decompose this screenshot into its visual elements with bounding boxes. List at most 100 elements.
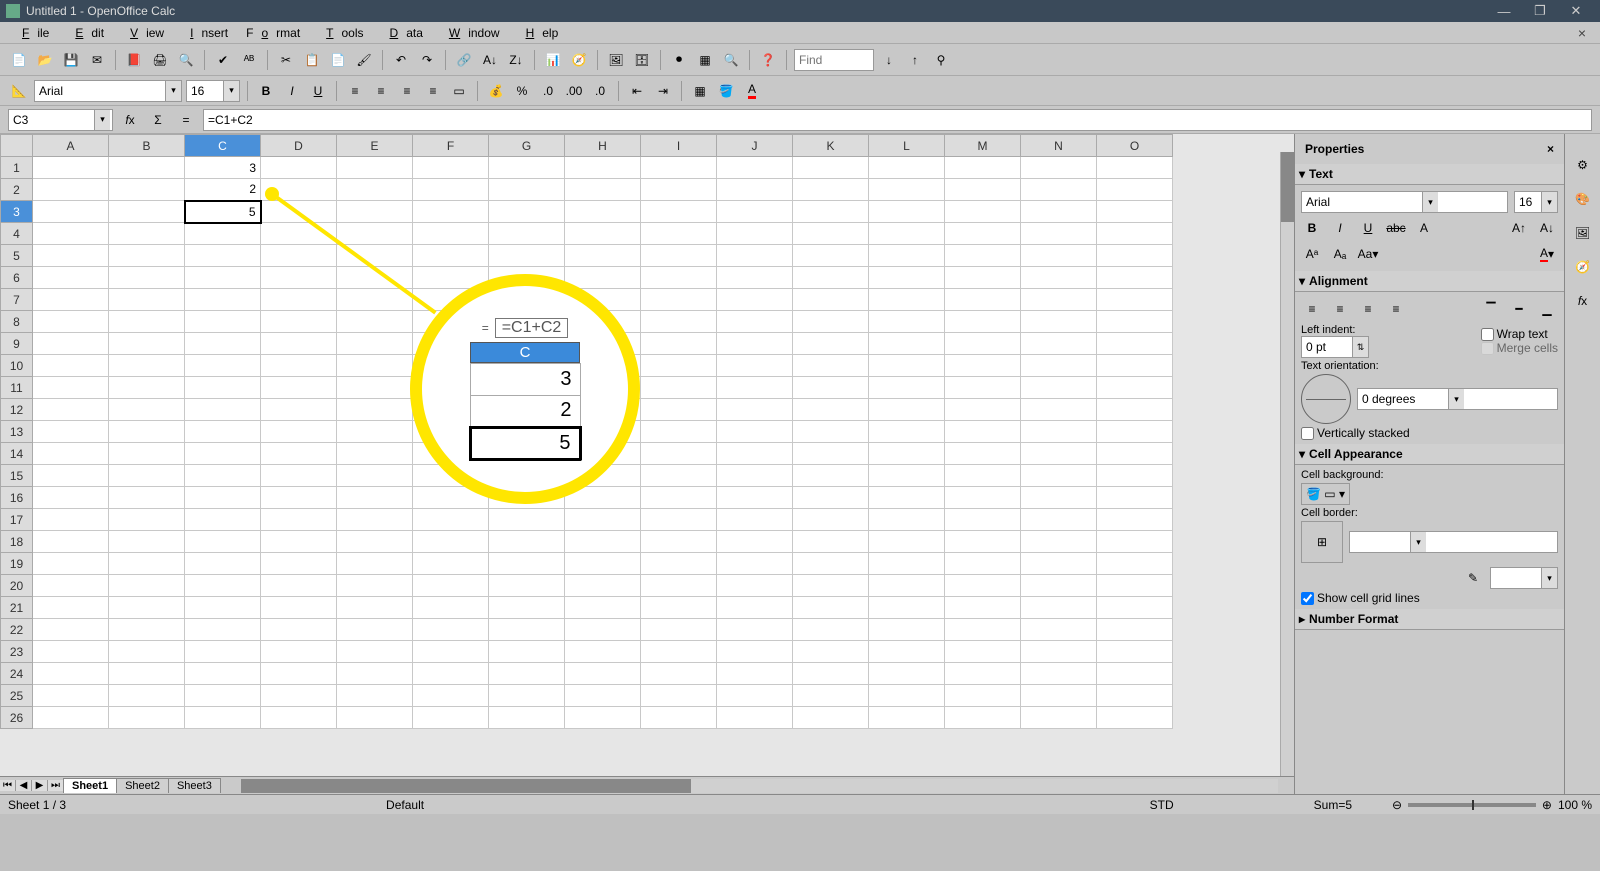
cell-J7[interactable] [717,289,793,311]
panel-italic-icon[interactable]: I [1329,217,1351,239]
align-c-icon[interactable]: ≡ [1329,298,1351,320]
panel-bold-icon[interactable]: B [1301,217,1323,239]
cell-G23[interactable] [489,641,565,663]
cell-B1[interactable] [109,157,185,179]
cell-K24[interactable] [793,663,869,685]
cell-E8[interactable] [337,311,413,333]
cell-I12[interactable] [641,399,717,421]
cell-D12[interactable] [261,399,337,421]
save-icon[interactable]: 💾 [60,49,82,71]
cell-K18[interactable] [793,531,869,553]
cell-J11[interactable] [717,377,793,399]
cell-J23[interactable] [717,641,793,663]
cell-E17[interactable] [337,509,413,531]
indent-spinner[interactable]: ⇅ [1301,336,1369,358]
cell-K13[interactable] [793,421,869,443]
numfmt-section[interactable]: Number Format [1309,612,1398,626]
cell-C10[interactable] [185,355,261,377]
find-next-icon[interactable]: ↓ [878,49,900,71]
cell-I18[interactable] [641,531,717,553]
merge-checkbox[interactable]: Merge cells [1481,341,1558,355]
col-header-J[interactable]: J [717,135,793,157]
panel-sup-icon[interactable]: Aᵃ [1301,243,1323,265]
cell-L1[interactable] [869,157,945,179]
cell-B24[interactable] [109,663,185,685]
cell-D22[interactable] [261,619,337,641]
cell-K16[interactable] [793,487,869,509]
cell-J12[interactable] [717,399,793,421]
cell-L9[interactable] [869,333,945,355]
cell-E13[interactable] [337,421,413,443]
row-header-7[interactable]: 7 [1,289,33,311]
cell-H23[interactable] [565,641,641,663]
zoom-out-icon[interactable]: ⊖ [1392,798,1402,812]
row-header-10[interactable]: 10 [1,355,33,377]
cell-C21[interactable] [185,597,261,619]
cell-E18[interactable] [337,531,413,553]
menu-view[interactable]: View [114,24,172,42]
cell-L10[interactable] [869,355,945,377]
cell-A25[interactable] [33,685,109,707]
cell-I14[interactable] [641,443,717,465]
cell-L15[interactable] [869,465,945,487]
cell-F21[interactable] [413,597,489,619]
zoom-slider[interactable] [1408,803,1536,807]
cell-I17[interactable] [641,509,717,531]
sort-desc-icon[interactable]: Z↓ [505,49,527,71]
col-header-H[interactable]: H [565,135,641,157]
cell-I25[interactable] [641,685,717,707]
cell-G24[interactable] [489,663,565,685]
cell-O4[interactable] [1097,223,1173,245]
cell-G19[interactable] [489,553,565,575]
cell-H24[interactable] [565,663,641,685]
cell-N2[interactable] [1021,179,1097,201]
cell-B6[interactable] [109,267,185,289]
cell-D15[interactable] [261,465,337,487]
cell-K3[interactable] [793,201,869,223]
cell-C1[interactable]: 3 [185,157,261,179]
number-icon[interactable]: .0 [537,80,559,102]
vstack-checkbox[interactable]: Vertically stacked [1301,426,1558,440]
cell-M20[interactable] [945,575,1021,597]
cell-M6[interactable] [945,267,1021,289]
menu-format[interactable]: Format [238,24,308,42]
cell-M9[interactable] [945,333,1021,355]
cell-B19[interactable] [109,553,185,575]
cell-F1[interactable] [413,157,489,179]
cell-K15[interactable] [793,465,869,487]
row-header-2[interactable]: 2 [1,179,33,201]
panel-font-combo[interactable]: ▾ [1301,191,1508,213]
row-header-13[interactable]: 13 [1,421,33,443]
cell-J15[interactable] [717,465,793,487]
cell-N26[interactable] [1021,707,1097,729]
cell-E3[interactable] [337,201,413,223]
cell-N1[interactable] [1021,157,1097,179]
orientation-wheel[interactable] [1301,374,1351,424]
cell-H3[interactable] [565,201,641,223]
record-icon[interactable]: ⏺ [668,49,690,71]
cell-C4[interactable] [185,223,261,245]
find-prev-icon[interactable]: ↑ [904,49,926,71]
cell-B15[interactable] [109,465,185,487]
cell-E22[interactable] [337,619,413,641]
cell-M19[interactable] [945,553,1021,575]
cell-M5[interactable] [945,245,1021,267]
cell-B2[interactable] [109,179,185,201]
cell-M2[interactable] [945,179,1021,201]
cell-N23[interactable] [1021,641,1097,663]
cell-L23[interactable] [869,641,945,663]
namebox-input[interactable] [9,110,94,130]
cell-O17[interactable] [1097,509,1173,531]
cell-F25[interactable] [413,685,489,707]
col-header-N[interactable]: N [1021,135,1097,157]
doc-close-icon[interactable]: × [1570,23,1594,43]
cell-N12[interactable] [1021,399,1097,421]
cell-G20[interactable] [489,575,565,597]
cell-G18[interactable] [489,531,565,553]
cell-B16[interactable] [109,487,185,509]
cell-E7[interactable] [337,289,413,311]
cell-K19[interactable] [793,553,869,575]
cell-O14[interactable] [1097,443,1173,465]
cell-L18[interactable] [869,531,945,553]
cell-K9[interactable] [793,333,869,355]
